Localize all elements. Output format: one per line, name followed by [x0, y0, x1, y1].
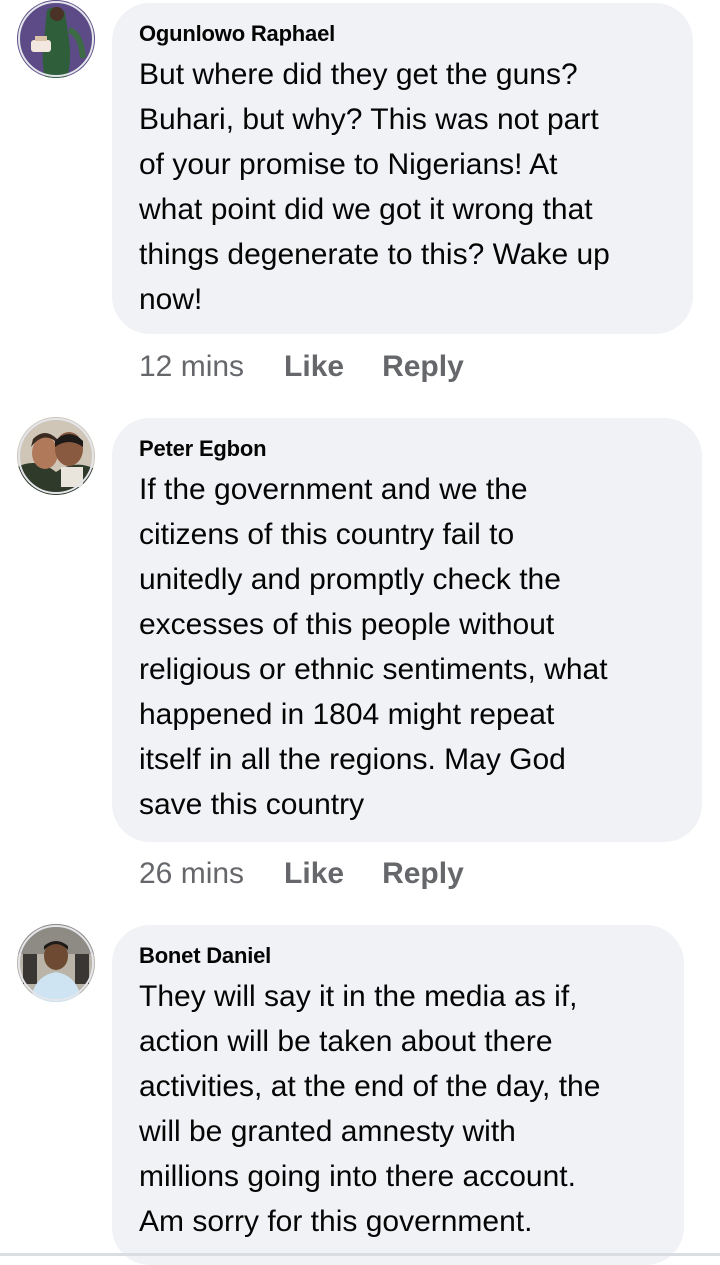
comment-bubble: Peter Egbon If the government and we the…: [112, 418, 702, 842]
comment-actions: 26 mins Like Reply: [139, 857, 502, 891]
comment-line: But where did they get the guns?: [139, 58, 578, 91]
comment-line: what point did we got it wrong that: [139, 193, 593, 226]
comment-line: unitedly and promptly check the: [139, 563, 561, 596]
comment-line: will be granted amnesty with: [139, 1115, 516, 1148]
comment-line: citizens of this country fail to: [139, 518, 515, 551]
avatar-photo-icon: [17, 417, 95, 495]
comment-line: now!: [139, 283, 203, 316]
comment-line: of your promise to Nigerians! At: [139, 148, 558, 181]
comment-line: Buhari, but why? This was not part: [139, 103, 599, 136]
comment-line: If the government and we the: [139, 473, 528, 506]
comment-line: save this country: [139, 788, 365, 821]
comment-line: happened in 1804 might repeat: [139, 698, 555, 731]
comment-author[interactable]: Ogunlowo Raphael: [139, 19, 667, 49]
comment-line: millions going into there account.: [139, 1160, 576, 1193]
reply-button[interactable]: Reply: [382, 857, 464, 891]
avatar-photo-icon: [17, 0, 95, 78]
comment-bubble: Bonet Daniel They will say it in the med…: [112, 925, 684, 1265]
comment-line: religious or ethnic sentiments, what: [139, 653, 608, 686]
avatar[interactable]: [17, 924, 95, 1002]
comment-bubble: Ogunlowo Raphael But where did they get …: [112, 3, 693, 334]
comment-actions: 12 mins Like Reply: [139, 350, 502, 384]
comment-author[interactable]: Bonet Daniel: [139, 941, 658, 971]
comment-line: Am sorry for this government.: [139, 1205, 533, 1238]
comment-line: They will say it in the media as if,: [139, 980, 578, 1013]
comment-text: But where did they get the guns? Buhari,…: [139, 52, 667, 322]
comment-text: They will say it in the media as if, act…: [139, 974, 658, 1244]
avatar[interactable]: [17, 0, 95, 78]
comment-line: action will be taken about there: [139, 1025, 553, 1058]
comment-line: things degenerate to this? Wake up: [139, 238, 610, 271]
comment-line: excesses of this people without: [139, 608, 555, 641]
avatar-photo-icon: [17, 924, 95, 1002]
comment-line: activities, at the end of the day, the: [139, 1070, 601, 1103]
like-button[interactable]: Like: [284, 857, 344, 891]
comment-author[interactable]: Peter Egbon: [139, 434, 676, 464]
comment-timestamp[interactable]: 26 mins: [139, 857, 244, 891]
avatar[interactable]: [17, 417, 95, 495]
reply-button[interactable]: Reply: [382, 350, 464, 384]
comment-line: itself in all the regions. May God: [139, 743, 566, 776]
comment-timestamp[interactable]: 12 mins: [139, 350, 244, 384]
like-button[interactable]: Like: [284, 350, 344, 384]
comment-text: If the government and we the citizens of…: [139, 467, 676, 827]
